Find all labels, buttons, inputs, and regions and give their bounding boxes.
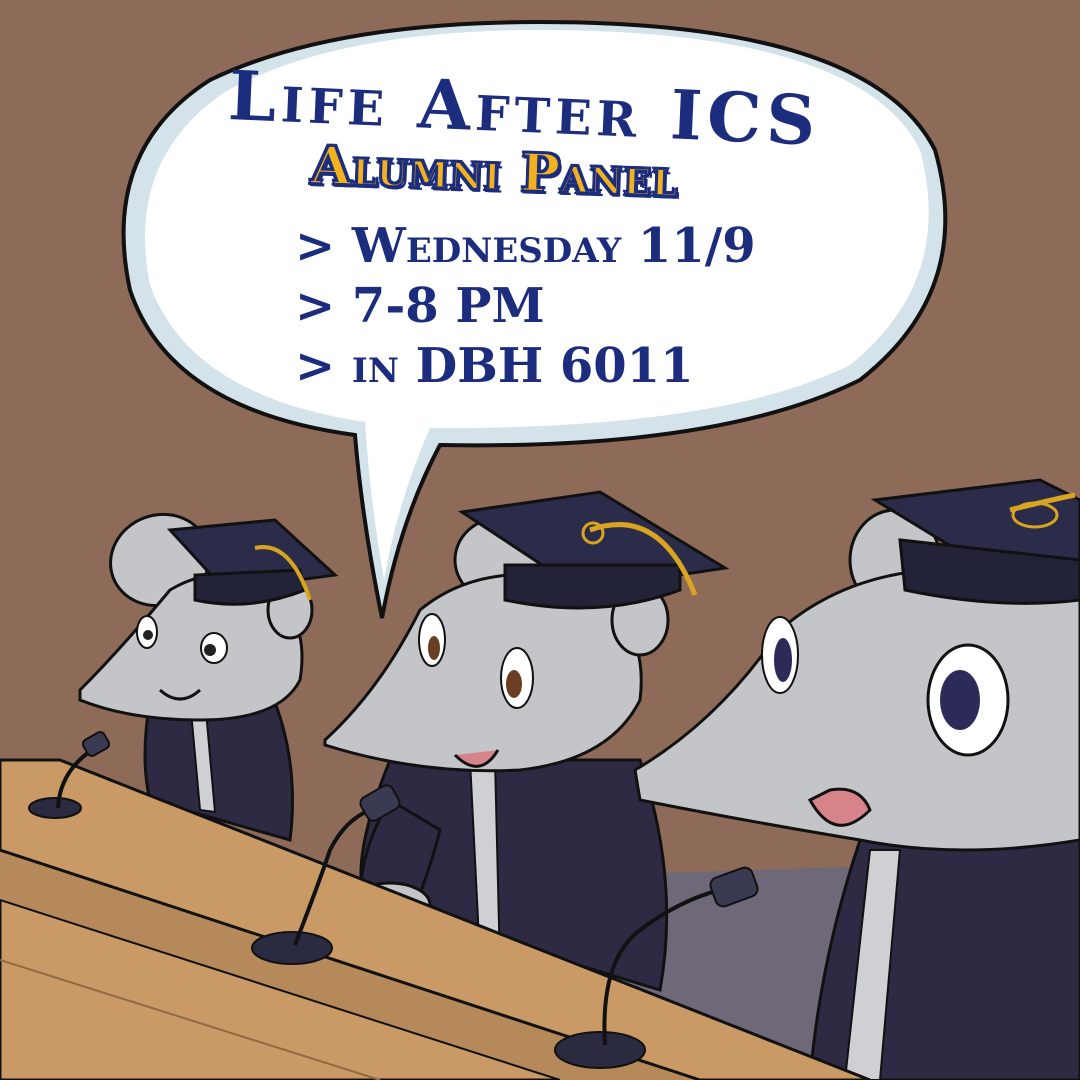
event-time: > 7-8 PM: [295, 278, 545, 334]
poster: Life After ICS Alumni Panel > Wednesday …: [0, 0, 1080, 1080]
event-date: > Wednesday 11/9: [295, 218, 756, 274]
event-location: > in DBH 6011: [295, 338, 694, 394]
